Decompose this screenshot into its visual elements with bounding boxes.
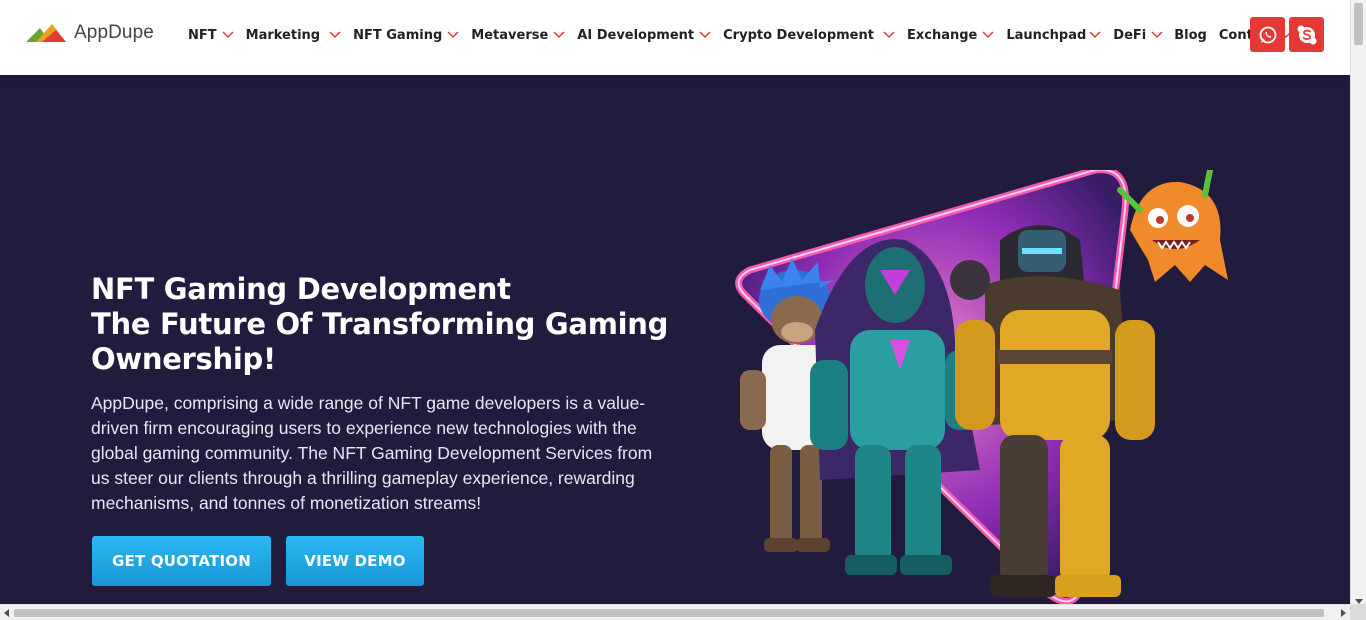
scroll-left-arrow-icon[interactable] [4, 609, 9, 617]
nav-item-exchange[interactable]: Exchange [907, 28, 994, 43]
get-quotation-button[interactable]: GET QUOTATION [92, 536, 271, 586]
nav-label: Launchpad [1006, 27, 1087, 43]
chevron-down-icon [982, 31, 994, 39]
logo-mark-icon [26, 24, 66, 42]
site-header: AppDupe NFT Marketing NFT Gaming Metaver… [0, 0, 1350, 75]
vertical-scrollbar[interactable] [1350, 0, 1366, 620]
scrollbar-corner [1350, 604, 1366, 620]
nav-label: DeFi [1113, 27, 1147, 43]
chevron-down-icon [1151, 31, 1163, 39]
hero-title-line: The Future Of Transforming Gaming [91, 307, 669, 341]
nav-item-defi[interactable]: DeFi [1113, 28, 1163, 43]
nav-label: Marketing [245, 27, 321, 43]
nav-label: NFT [188, 27, 217, 43]
scrollbar-thumb[interactable] [14, 609, 1324, 617]
scroll-right-arrow-icon[interactable] [1341, 609, 1346, 617]
chevron-down-icon [222, 31, 234, 39]
nav-item-crypto-development[interactable]: Crypto Development [723, 28, 895, 43]
horizontal-scrollbar[interactable] [0, 604, 1350, 620]
appdupe-logo[interactable]: AppDupe [26, 20, 154, 46]
whatsapp-button[interactable] [1250, 17, 1285, 52]
nav-label: Blog [1174, 27, 1207, 43]
nav-label: AI Development [577, 27, 695, 43]
hero-title-line: Ownership! [91, 342, 276, 376]
nav-item-marketing[interactable]: Marketing [246, 28, 341, 43]
chevron-down-icon [1089, 31, 1101, 39]
whatsapp-icon [1259, 26, 1276, 43]
nav-item-nft[interactable]: NFT [188, 28, 234, 43]
nav-label: Crypto Development [723, 27, 874, 43]
nav-item-metaverse[interactable]: Metaverse [471, 28, 565, 43]
nav-label: NFT Gaming [353, 27, 443, 43]
view-demo-button[interactable]: VIEW DEMO [286, 536, 424, 586]
hero-description: AppDupe, comprising a wide range of NFT … [91, 393, 653, 513]
nft-game-characters-illustration [735, 170, 1228, 604]
chevron-down-icon [553, 31, 565, 39]
logo-text: AppDupe [74, 22, 154, 43]
hero-section: NFT Gaming Development The Future Of Tra… [0, 75, 1350, 604]
hero-title: NFT Gaming Development The Future Of Tra… [91, 272, 691, 377]
skype-icon [1297, 25, 1316, 44]
nav-item-blog[interactable]: Blog [1174, 28, 1207, 43]
nav-item-ai-development[interactable]: AI Development [577, 28, 711, 43]
main-nav: NFT Marketing NFT Gaming Metaverse AI De… [188, 25, 1293, 45]
skype-button[interactable] [1289, 17, 1324, 52]
chevron-down-icon [329, 31, 341, 39]
nav-item-nft-gaming[interactable]: NFT Gaming [353, 28, 459, 43]
nav-item-launchpad[interactable]: Launchpad [1006, 28, 1101, 43]
scrollbar-thumb[interactable] [1354, 3, 1363, 45]
nav-label: Exchange [906, 27, 978, 43]
nav-label: Metaverse [471, 27, 549, 43]
orange-monster-character [1117, 170, 1228, 282]
chevron-down-icon [883, 31, 895, 39]
chevron-down-icon [447, 31, 459, 39]
hero-title-line: NFT Gaming Development [91, 272, 511, 306]
chevron-down-icon [699, 31, 711, 39]
